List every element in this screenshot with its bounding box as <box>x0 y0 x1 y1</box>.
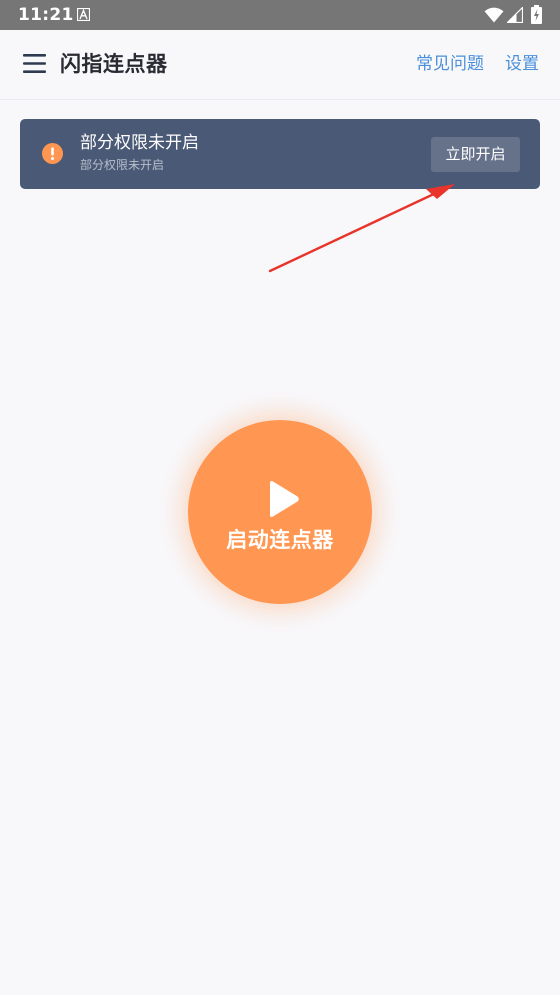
faq-link[interactable]: 常见问题 <box>416 52 484 76</box>
banner-subtitle: 部分权限未开启 <box>80 158 165 172</box>
wifi-icon <box>484 7 504 23</box>
signal-icon <box>507 7 523 23</box>
permission-banner: 部分权限未开启 部分权限未开启 立即开启 <box>20 119 540 189</box>
status-bar: 11:21 <box>0 0 560 30</box>
app-title: 闪指连点器 <box>60 52 168 76</box>
hamburger-menu-icon[interactable] <box>23 53 46 74</box>
enable-now-button[interactable]: 立即开启 <box>431 137 520 172</box>
banner-title: 部分权限未开启 <box>80 133 199 153</box>
play-icon <box>270 481 299 517</box>
start-clicker-button[interactable]: 启动连点器 <box>188 420 372 604</box>
settings-link[interactable]: 设置 <box>505 52 539 76</box>
warning-icon <box>42 143 63 164</box>
a-notification-icon <box>77 8 90 21</box>
app-bar: 闪指连点器 常见问题 设置 <box>0 30 560 100</box>
status-time: 11:21 <box>18 5 74 25</box>
battery-charging-icon <box>531 5 542 24</box>
start-button-label: 启动连点器 <box>226 528 334 552</box>
